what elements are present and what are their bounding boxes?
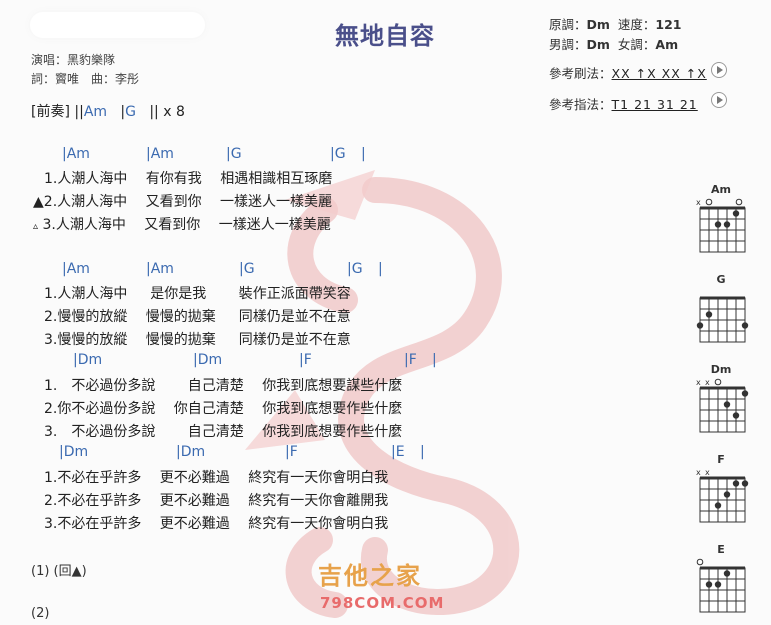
- original-key-value: Dm: [586, 17, 610, 32]
- lyric-line: 3. 不必過份多說 自己清楚 你我到底想要作些什麼: [44, 424, 403, 440]
- am-fretboard-icon: x: [696, 198, 746, 253]
- male-key-label: 男調：: [549, 37, 587, 52]
- chord-diagram-name: E: [717, 543, 725, 556]
- chord-diagram-g[interactable]: G: [690, 273, 752, 346]
- dm-fretboard-icon: x x: [696, 378, 749, 433]
- intro-chord-1[interactable]: Am: [84, 104, 107, 120]
- lyric-line: 3.不必在乎許多 更不必難過 終究有一天你會明白我: [44, 516, 389, 532]
- strum-label: 參考刷法：: [549, 66, 612, 81]
- female-key-label: 女調：: [617, 37, 656, 52]
- chord-row: |Am |Am |G |G |: [0, 146, 680, 164]
- lyric-line: ▵ 3.人潮人海中 又看到你 一樣迷人一樣美麗: [33, 217, 331, 233]
- singer-info: 演唱：黑豹樂隊: [31, 53, 116, 67]
- chord-diagram-dm[interactable]: Dm x x: [690, 363, 752, 436]
- section-ending-1: (1) (回▲): [31, 564, 87, 579]
- svg-text:x: x: [696, 198, 701, 207]
- lyric-line: 2.不必在乎許多 更不必難過 終究有一天你會離開我: [44, 493, 389, 509]
- bar-line: |: [361, 146, 366, 162]
- chord[interactable]: |E: [391, 444, 405, 460]
- chord[interactable]: |G: [347, 261, 363, 277]
- chord[interactable]: |Dm: [176, 444, 205, 460]
- lyric-line: 1.不必在乎許多 更不必難過 終究有一天你會明白我: [44, 470, 389, 486]
- chord[interactable]: |G: [226, 146, 242, 162]
- chord-diagram-name: G: [716, 273, 726, 286]
- play-pick-button[interactable]: [711, 92, 727, 108]
- e-fretboard-icon: [696, 558, 746, 613]
- svg-text:x: x: [696, 378, 701, 387]
- tempo-label: 速度：: [617, 17, 656, 32]
- lyric-line: 1. 不必過份多說 自己清楚 你我到底想要謀些什麼: [44, 378, 403, 394]
- intro-line: [前奏] ||Am |G || x 8: [31, 101, 185, 121]
- svg-text:x: x: [705, 378, 710, 387]
- g-fretboard-icon: [696, 296, 749, 343]
- bar-line: |: [432, 352, 437, 368]
- strum-pattern-row: 參考刷法：XX ↑X XX ↑X: [549, 63, 707, 82]
- chord[interactable]: |Am: [146, 261, 174, 277]
- chord-diagram-name: Dm: [710, 363, 732, 376]
- intro-repeat: || x 8: [149, 104, 185, 120]
- bar-line: |: [378, 261, 383, 277]
- chord-diagram-f[interactable]: F x x: [690, 453, 752, 526]
- lyric-line: 2.你不必過份多說 你自己清楚 你我到底想要作些什麼: [44, 401, 403, 417]
- chord[interactable]: |F: [404, 352, 417, 368]
- intro-chord-2[interactable]: G: [125, 104, 136, 120]
- lyric-line: 2.慢慢的放縱 慢慢的拋棄 同樣仍是並不在意: [44, 309, 351, 325]
- chord[interactable]: |Dm: [73, 352, 102, 368]
- chord-diagram-e[interactable]: E: [690, 543, 752, 616]
- chord-row: |Dm |Dm |F |E |: [0, 444, 680, 462]
- lyric-line: 1.人潮人海中 有你有我 相遇相識相互琢磨: [44, 171, 333, 187]
- intro-bar: ||: [74, 104, 84, 120]
- chord[interactable]: |Dm: [59, 444, 88, 460]
- play-strum-button[interactable]: [711, 62, 727, 78]
- section-ending-2: (2): [31, 606, 50, 621]
- chord-row: |Dm |Dm |F |F |: [0, 352, 680, 370]
- lyric-line: ▲2.人潮人海中 又看到你 一樣迷人一樣美麗: [33, 194, 333, 210]
- brand-logo-text: 吉他之家: [318, 562, 422, 590]
- female-key-value: Am: [655, 37, 679, 52]
- masked-header-area: [30, 12, 205, 38]
- strum-pattern: XX ↑X XX ↑X: [611, 66, 707, 81]
- tempo-value: 121: [655, 17, 682, 32]
- original-key-label: 原調：: [549, 17, 587, 32]
- chord[interactable]: |F: [299, 352, 312, 368]
- page-title: 無地自容: [335, 22, 435, 50]
- chord[interactable]: |G: [330, 146, 346, 162]
- pick-label: 參考指法：: [549, 97, 612, 112]
- chord[interactable]: |Am: [62, 146, 90, 162]
- intro-label: [前奏]: [31, 104, 70, 120]
- chord-diagram-name: F: [717, 453, 725, 466]
- key-info-row-2: 男調：Dm 女調：Am: [549, 34, 678, 53]
- chord-diagram-name: Am: [711, 183, 731, 196]
- bar-line: |: [420, 444, 425, 460]
- male-key-value: Dm: [586, 37, 610, 52]
- writer-info: 詞：竇唯 曲：李彤: [31, 72, 140, 86]
- chord[interactable]: |Am: [62, 261, 90, 277]
- pick-pattern: T1 21 31 21: [611, 97, 698, 112]
- brand-url: 798COM.COM: [320, 594, 445, 612]
- pick-pattern-row: 參考指法：T1 21 31 21: [549, 94, 698, 113]
- key-info-row-1: 原調：Dm 速度：121: [549, 14, 681, 33]
- svg-text:x: x: [696, 468, 701, 477]
- chord-row: |Am |Am |G |G |: [0, 261, 680, 279]
- f-fretboard-icon: x x: [696, 468, 749, 523]
- chord[interactable]: |Dm: [193, 352, 222, 368]
- lyric-line: 3.慢慢的放縱 慢慢的拋棄 同樣仍是並不在意: [44, 332, 351, 348]
- svg-text:x: x: [705, 468, 710, 477]
- chord-diagram-am[interactable]: Am x: [690, 183, 752, 256]
- chord[interactable]: |Am: [146, 146, 174, 162]
- lyric-line: 1.人潮人海中 是你是我 裝作正派面帶笑容: [44, 286, 351, 302]
- chord[interactable]: |F: [285, 444, 298, 460]
- chord[interactable]: |G: [239, 261, 255, 277]
